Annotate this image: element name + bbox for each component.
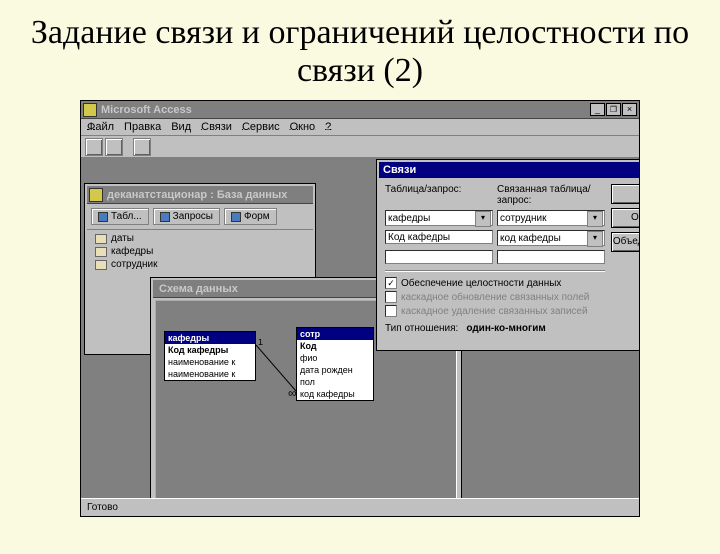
db-table-list: даты кафедры сотрудник xyxy=(87,230,313,273)
table-field[interactable]: код кафедры xyxy=(297,388,373,400)
relation-line[interactable]: 1 ∞ xyxy=(256,339,298,399)
integrity-checkbox-row[interactable]: Обеспечение целостности данных xyxy=(385,277,605,289)
table-field[interactable]: наименование к xyxy=(165,368,255,380)
table-field[interactable]: Код xyxy=(297,340,373,352)
list-item[interactable]: даты xyxy=(95,232,305,245)
tables-icon xyxy=(98,212,108,222)
table-header: сотр xyxy=(297,328,373,340)
menu-file[interactable]: Файл xyxy=(87,121,114,133)
left-table-combo[interactable]: кафедры xyxy=(385,210,493,226)
empty-field-cell[interactable] xyxy=(385,250,493,264)
cascade-delete-checkbox[interactable] xyxy=(385,305,397,317)
app-titlebar: Microsoft Access _ × xyxy=(81,101,639,119)
table-icon xyxy=(95,234,107,244)
list-item[interactable]: кафедры xyxy=(95,245,305,258)
mdi-workspace: деканатстационар : База данных Табл... З… xyxy=(81,158,639,498)
svg-text:∞: ∞ xyxy=(288,386,297,399)
statusbar: Готово xyxy=(81,498,639,516)
cancel-button[interactable]: Отмена xyxy=(611,208,639,228)
toolbar xyxy=(81,136,639,158)
combo-value: код кафедры xyxy=(500,233,561,244)
right-table-label: Связанная таблица/запрос: xyxy=(497,184,605,206)
separator xyxy=(385,270,605,271)
tab-tables-label: Табл... xyxy=(111,211,142,222)
table-header: кафедры xyxy=(165,332,255,344)
table-icon xyxy=(95,260,107,270)
table-name: кафедры xyxy=(111,246,153,257)
edit-relationship-dialog: Связи ? × Таблица/запрос: Связанная табл… xyxy=(377,160,639,350)
relation-type-value: один-ко-многим xyxy=(466,323,545,334)
svg-text:1: 1 xyxy=(258,339,263,347)
left-field-cell[interactable]: Код кафедры xyxy=(385,230,493,244)
table-field[interactable]: Код кафедры xyxy=(165,344,255,356)
minimize-button[interactable]: _ xyxy=(590,103,605,116)
left-table-label: Таблица/запрос: xyxy=(385,184,493,206)
tab-queries-label: Запросы xyxy=(173,211,213,222)
table-name: сотрудник xyxy=(111,259,157,270)
table-box-left[interactable]: кафедры Код кафедры наименование к наиме… xyxy=(164,331,256,381)
menu-relations[interactable]: Связи xyxy=(201,121,232,133)
integrity-checkbox[interactable] xyxy=(385,277,397,289)
relation-type-label: Тип отношения: xyxy=(385,323,458,334)
status-text: Готово xyxy=(87,502,118,513)
menu-tools[interactable]: Сервис xyxy=(242,121,280,133)
right-table-combo[interactable]: сотрудник xyxy=(497,210,605,226)
access-icon xyxy=(83,103,97,117)
menubar: Файл Правка Вид Связи Сервис Окно ? xyxy=(81,119,639,136)
slide-title: Задание связи и ограничений целостности … xyxy=(30,14,690,90)
tab-forms[interactable]: Форм xyxy=(224,208,277,225)
relations-title: Схема данных xyxy=(155,283,406,295)
menu-edit[interactable]: Правка xyxy=(124,121,161,133)
table-field[interactable]: фио xyxy=(297,352,373,364)
table-field[interactable]: наименование к xyxy=(165,356,255,368)
table-box-right[interactable]: сотр Код фио дата рожден пол код кафедры xyxy=(296,327,374,401)
cascade-delete-row[interactable]: каскадное удаление связанных записей xyxy=(385,305,605,317)
right-field-combo[interactable]: код кафедры xyxy=(497,230,605,246)
tab-tables[interactable]: Табл... xyxy=(91,208,149,225)
restore-button[interactable] xyxy=(606,103,621,116)
db-tabs: Табл... Запросы Форм xyxy=(87,204,313,230)
close-button[interactable]: × xyxy=(622,103,637,116)
table-icon xyxy=(95,247,107,257)
table-name: даты xyxy=(111,233,134,244)
list-item[interactable]: сотрудник xyxy=(95,258,305,271)
dialog-titlebar: Связи ? × xyxy=(379,162,639,178)
menu-help[interactable]: ? xyxy=(325,121,331,133)
toolbar-button[interactable] xyxy=(133,138,151,156)
tab-queries[interactable]: Запросы xyxy=(153,208,220,225)
tab-forms-label: Форм xyxy=(244,211,270,222)
join-button[interactable]: Объединение... xyxy=(611,232,639,252)
menu-window[interactable]: Окно xyxy=(290,121,316,133)
checkbox-label: каскадное обновление связанных полей xyxy=(401,292,589,303)
combo-value: сотрудник xyxy=(500,213,546,224)
cascade-update-checkbox[interactable] xyxy=(385,291,397,303)
access-main-window: Microsoft Access _ × Файл Правка Вид Свя… xyxy=(80,100,640,517)
combo-value: кафедры xyxy=(388,213,430,224)
db-title: деканатстационар : База данных xyxy=(107,189,311,201)
table-field[interactable]: дата рожден xyxy=(297,364,373,376)
app-title: Microsoft Access xyxy=(101,104,586,116)
cascade-update-row[interactable]: каскадное обновление связанных полей xyxy=(385,291,605,303)
menu-view[interactable]: Вид xyxy=(171,121,191,133)
empty-field-cell[interactable] xyxy=(497,250,605,264)
queries-icon xyxy=(160,212,170,222)
table-field[interactable]: пол xyxy=(297,376,373,388)
db-titlebar: деканатстационар : База данных xyxy=(87,186,313,204)
checkbox-label: каскадное удаление связанных записей xyxy=(401,306,588,317)
db-icon xyxy=(89,188,103,202)
toolbar-button[interactable] xyxy=(85,138,103,156)
toolbar-button[interactable] xyxy=(105,138,123,156)
checkbox-label: Обеспечение целостности данных xyxy=(401,278,561,289)
ok-button[interactable]: ОК xyxy=(611,184,639,204)
dialog-title: Связи xyxy=(383,164,639,176)
forms-icon xyxy=(231,212,241,222)
